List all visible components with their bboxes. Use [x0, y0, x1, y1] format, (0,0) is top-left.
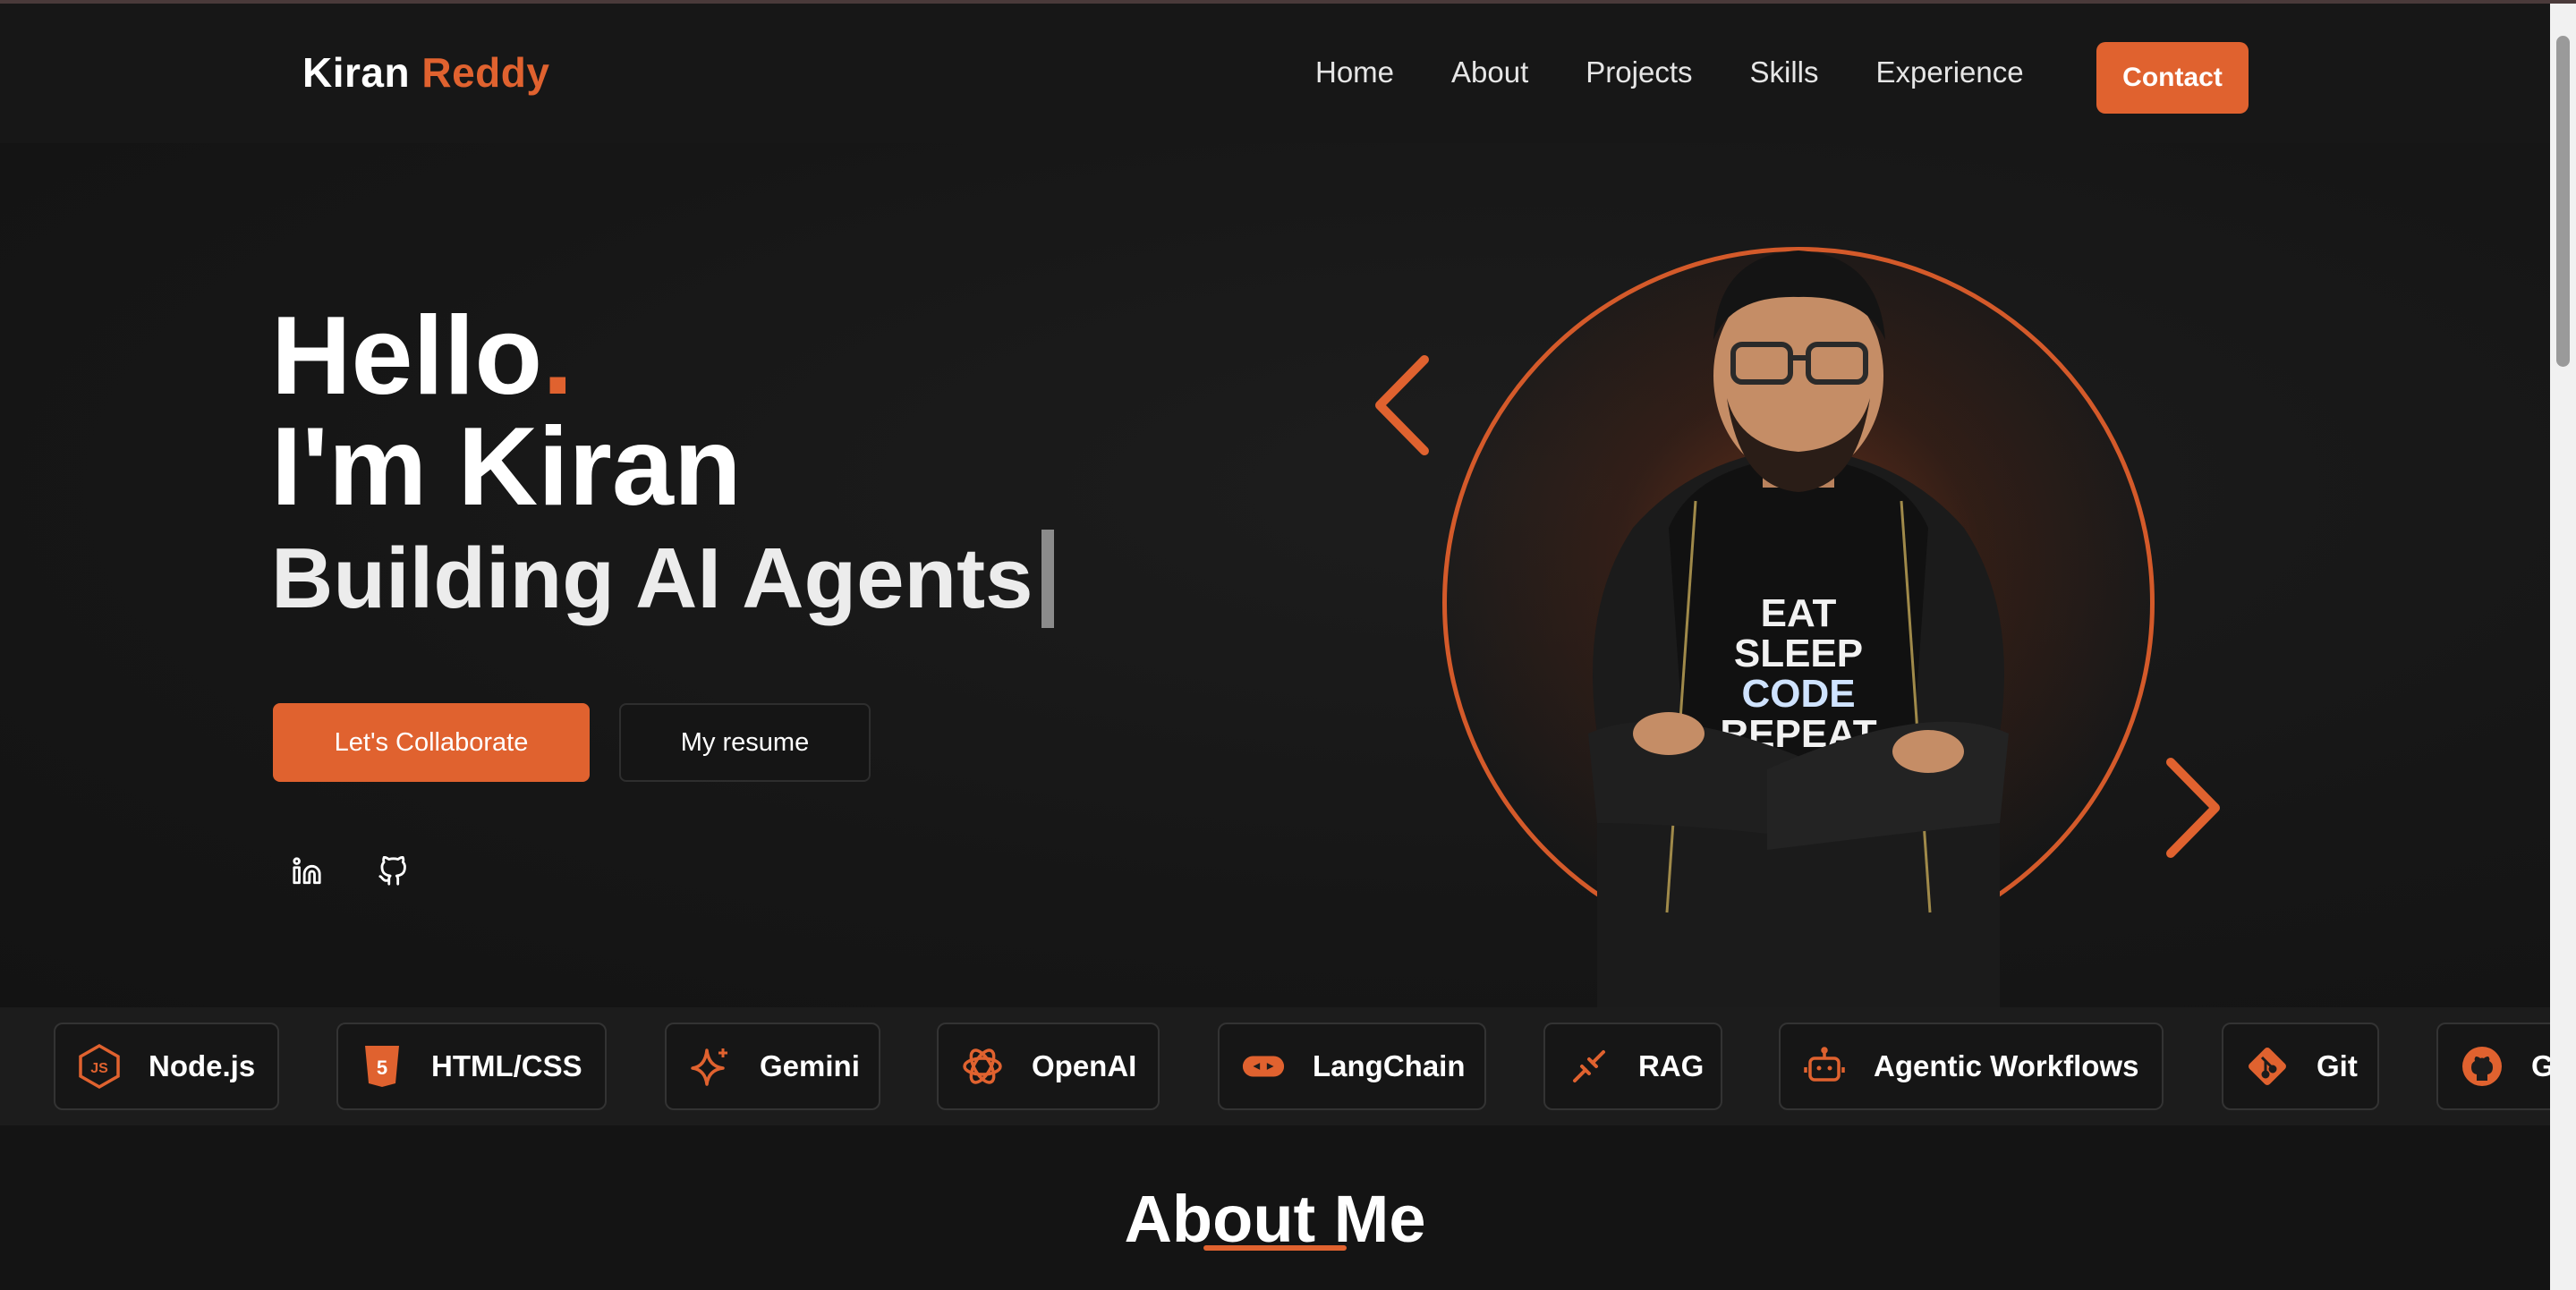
- page-scrollbar[interactable]: [2550, 4, 2576, 1290]
- skill-chip-langchain[interactable]: LangChain: [1218, 1023, 1486, 1110]
- brand-logo[interactable]: Kiran Reddy: [302, 48, 549, 97]
- brand-last-name: Reddy: [421, 49, 550, 96]
- skill-label: HTML/CSS: [431, 1049, 582, 1082]
- shirt-text-code: CODE: [1741, 672, 1855, 716]
- hero-intro-heading: I'm Kiran: [271, 405, 742, 529]
- top-navbar: Kiran Reddy Home About Projects Skills E…: [0, 4, 2550, 143]
- html5-icon: 5: [360, 1044, 404, 1089]
- shirt-text-eat: EAT: [1761, 591, 1837, 635]
- scrollbar-thumb[interactable]: [2556, 36, 2570, 367]
- skill-chip-github[interactable]: G: [2436, 1023, 2550, 1110]
- skills-marquee: JS Node.js 5 HTML/CSS Gemini OpenAI Lang…: [0, 1007, 2550, 1125]
- openai-icon: [960, 1044, 1005, 1089]
- svg-text:5: 5: [377, 1057, 387, 1079]
- linkedin-link[interactable]: [280, 844, 334, 898]
- skill-chip-gemini[interactable]: Gemini: [665, 1023, 880, 1110]
- nav-links: Home About Projects Skills Experience: [1315, 55, 2024, 89]
- skill-label: Agentic Workflows: [1874, 1049, 2139, 1082]
- hero-hello-dot: .: [542, 294, 574, 418]
- shirt-text-sleep: SLEEP: [1734, 632, 1863, 675]
- github-icon: [2460, 1044, 2504, 1089]
- nav-link-home[interactable]: Home: [1315, 55, 1394, 89]
- skill-chip-rag[interactable]: RAG: [1543, 1023, 1722, 1110]
- skill-chip-openai[interactable]: OpenAI: [937, 1023, 1160, 1110]
- skill-chip-html-css[interactable]: 5 HTML/CSS: [336, 1023, 607, 1110]
- chevron-left-icon[interactable]: [1371, 354, 1433, 456]
- hero-typing-tagline: Building AI Agents: [271, 530, 1055, 628]
- skill-label: LangChain: [1313, 1049, 1466, 1082]
- skill-label: Git: [2317, 1049, 2358, 1082]
- chevron-right-icon[interactable]: [2162, 757, 2224, 859]
- contact-button[interactable]: Contact: [2096, 42, 2249, 114]
- nodejs-icon: JS: [77, 1044, 122, 1089]
- langchain-icon: [1241, 1044, 1286, 1089]
- hero-hello-text: Hello: [271, 294, 543, 418]
- about-section: About Me: [0, 1125, 2550, 1290]
- skill-chip-nodejs[interactable]: JS Node.js: [54, 1023, 279, 1110]
- profile-photo: EAT SLEEP CODE REPEAT: [1588, 250, 2009, 1007]
- skill-label: G: [2531, 1049, 2550, 1082]
- brand-first-name: Kiran: [302, 49, 411, 96]
- hero-hello-heading: Hello.: [271, 301, 574, 412]
- skill-chip-git[interactable]: Git: [2222, 1023, 2379, 1110]
- lets-collaborate-button[interactable]: Let's Collaborate: [273, 703, 590, 782]
- skill-label: Gemini: [760, 1049, 860, 1082]
- typing-cursor: [1041, 530, 1055, 628]
- nav-link-skills[interactable]: Skills: [1750, 55, 1819, 89]
- github-icon: [378, 856, 406, 886]
- about-heading-underline: [1203, 1245, 1347, 1251]
- hero-tagline-text: Building AI Agents: [271, 530, 1033, 626]
- gemini-sparkle-icon: [688, 1044, 733, 1089]
- nav-link-experience[interactable]: Experience: [1876, 55, 2024, 89]
- skill-label: Node.js: [149, 1049, 256, 1082]
- svg-text:JS: JS: [90, 1061, 108, 1076]
- skill-label: OpenAI: [1032, 1049, 1137, 1082]
- github-link[interactable]: [366, 844, 420, 898]
- my-resume-button[interactable]: My resume: [619, 703, 871, 782]
- robot-icon: [1802, 1044, 1847, 1089]
- nav-link-projects[interactable]: Projects: [1586, 55, 1692, 89]
- rag-link-icon: [1567, 1044, 1611, 1089]
- nav-link-about[interactable]: About: [1451, 55, 1528, 89]
- skill-chip-agentic-workflows[interactable]: Agentic Workflows: [1779, 1023, 2164, 1110]
- git-icon: [2245, 1044, 2290, 1089]
- hero-section: Hello. I'm Kiran Building AI Agents Let'…: [0, 143, 2550, 1007]
- linkedin-icon: [293, 857, 321, 885]
- skill-label: RAG: [1638, 1049, 1705, 1082]
